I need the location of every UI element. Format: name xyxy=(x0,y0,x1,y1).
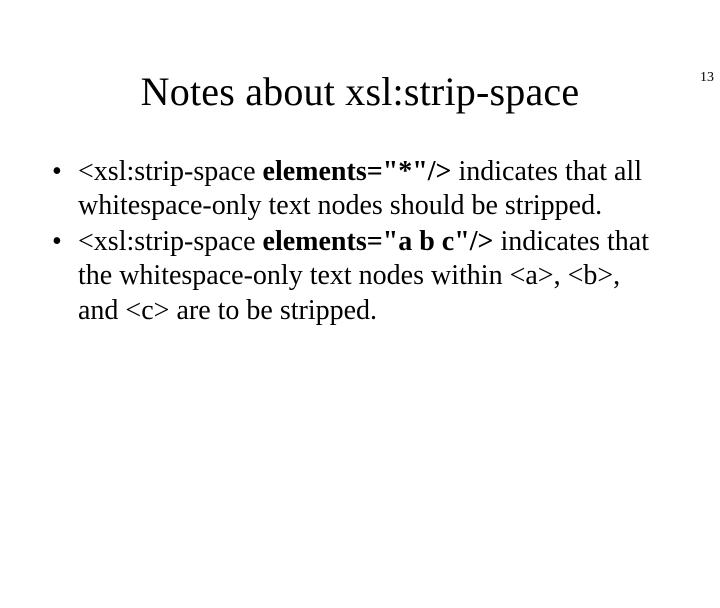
page-number: 13 xyxy=(700,70,714,86)
list-item: <xsl:strip-space elements="a b c"/> indi… xyxy=(48,225,660,327)
bullet-text-prefix: <xsl:strip-space xyxy=(78,156,263,187)
bullet-text-prefix: <xsl:strip-space xyxy=(78,226,263,257)
bullet-text-bold: elements="*"/> xyxy=(263,156,452,187)
list-item: <xsl:strip-space elements="*"/> indicate… xyxy=(48,155,660,223)
slide-body: <xsl:strip-space elements="*"/> indicate… xyxy=(0,155,720,328)
bullet-text-bold: elements="a b c"/> xyxy=(263,226,494,257)
slide: 13 Notes about xsl:strip-space <xsl:stri… xyxy=(0,68,720,608)
bullet-list: <xsl:strip-space elements="*"/> indicate… xyxy=(48,155,660,328)
slide-title: Notes about xsl:strip-space xyxy=(0,68,720,115)
